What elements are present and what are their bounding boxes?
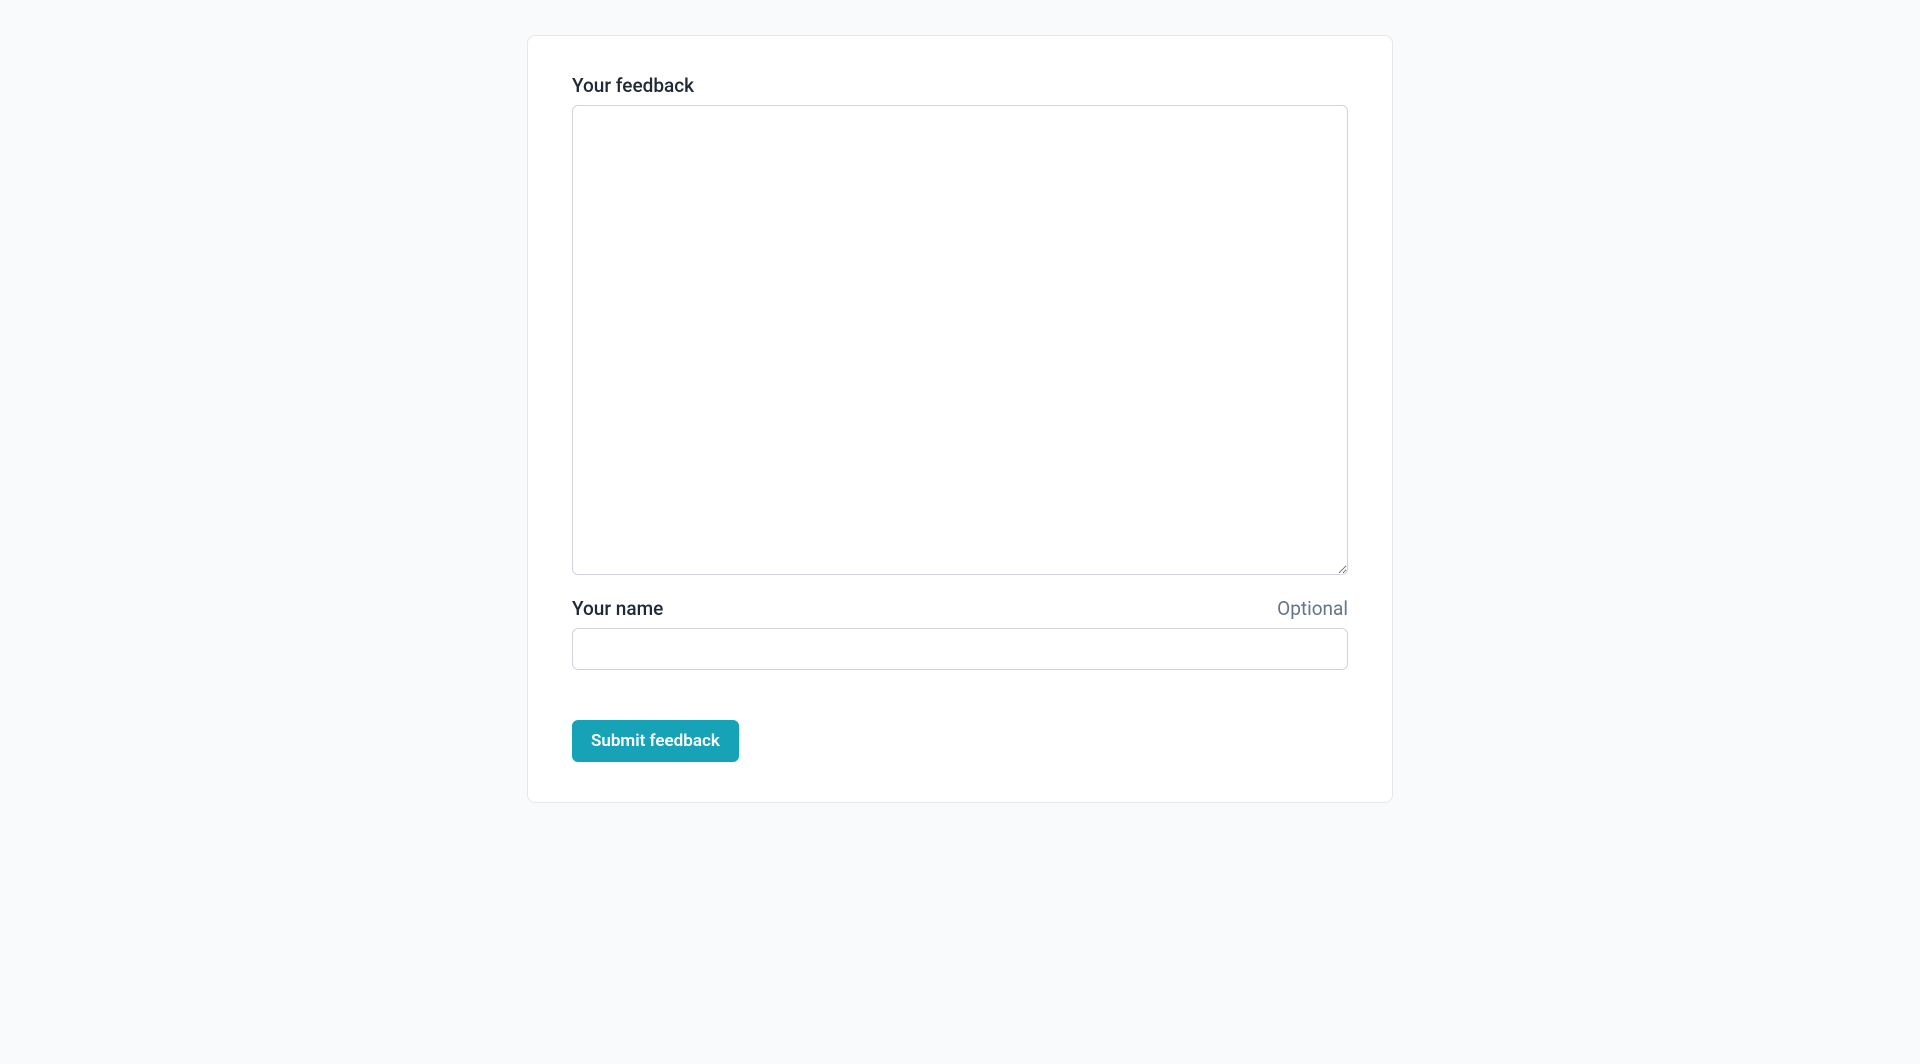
name-label-row: Your name Optional: [572, 597, 1348, 620]
name-label: Your name: [572, 597, 663, 620]
feedback-field-group: Your feedback: [572, 74, 1348, 575]
submit-feedback-button[interactable]: Submit feedback: [572, 720, 739, 762]
name-field-group: Your name Optional: [572, 597, 1348, 670]
name-input[interactable]: [572, 628, 1348, 670]
feedback-label: Your feedback: [572, 74, 694, 97]
name-optional-hint: Optional: [1277, 597, 1348, 620]
feedback-textarea[interactable]: [572, 105, 1348, 575]
feedback-card: Your feedback Your name Optional Submit …: [527, 35, 1393, 803]
feedback-label-row: Your feedback: [572, 74, 1348, 97]
